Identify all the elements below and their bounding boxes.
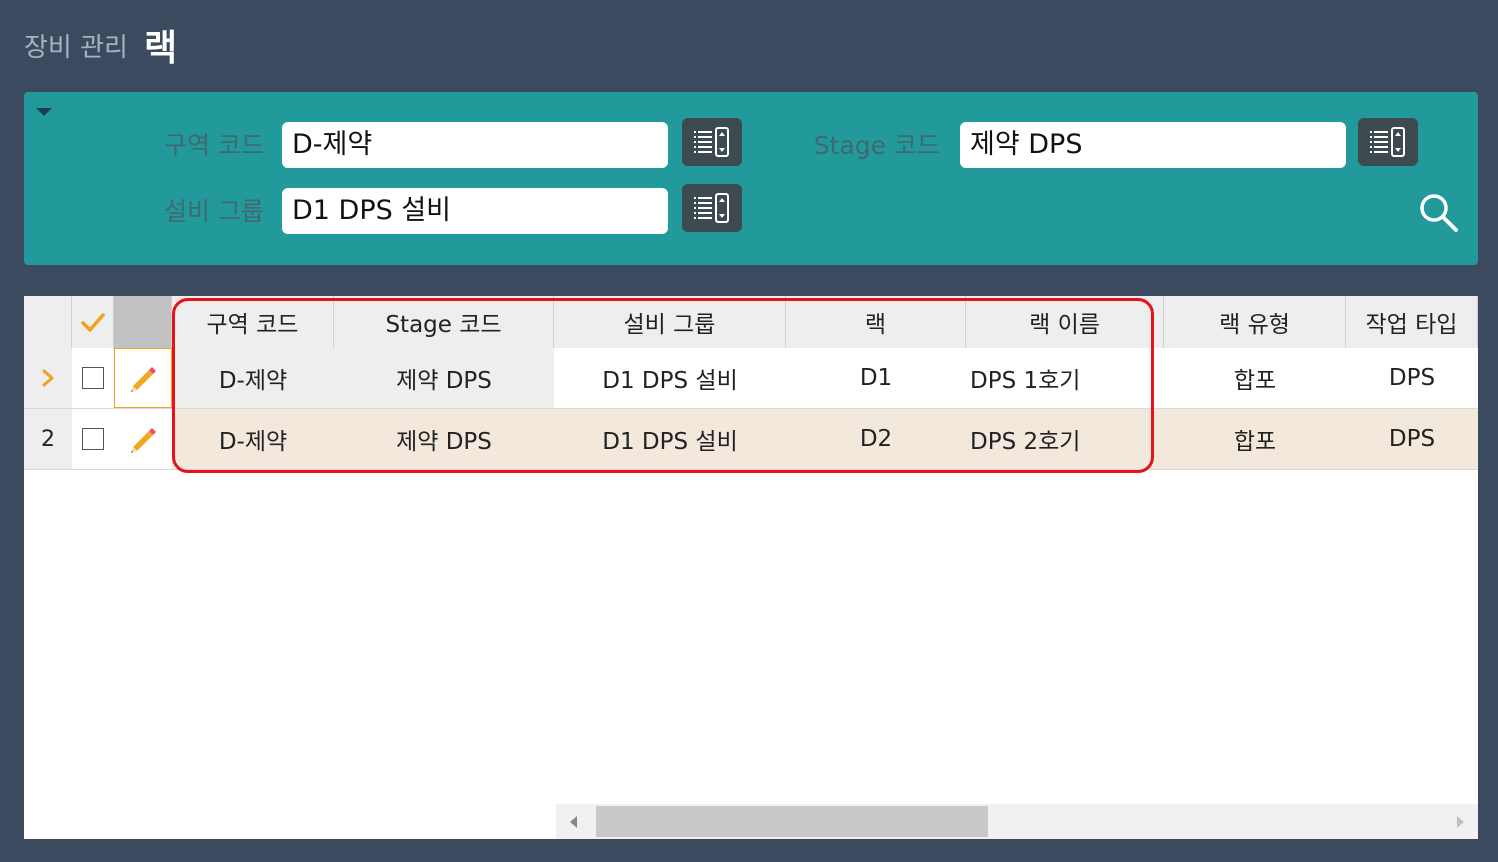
header-rack[interactable]: 랙 <box>786 296 966 348</box>
zone-code-cell[interactable]: D-제약 <box>172 348 334 408</box>
stage-code-list-button[interactable] <box>1358 118 1418 166</box>
stage-code-cell[interactable]: 제약 DPS <box>334 348 554 408</box>
row-checkbox-cell[interactable] <box>72 409 114 469</box>
table-row[interactable]: D-제약 제약 DPS D1 DPS 설비 D1 DPS 1호기 합포 DPS <box>24 348 1478 409</box>
row-indicator <box>24 348 72 408</box>
header-rack-name[interactable]: 랙 이름 <box>966 296 1164 348</box>
header-edit <box>114 296 172 348</box>
job-type-cell[interactable]: DPS <box>1346 409 1478 469</box>
edit-cell[interactable] <box>114 348 172 408</box>
stage-code-label: Stage 코드 <box>813 131 940 160</box>
grid-header: 구역 코드 Stage 코드 설비 그룹 랙 랙 이름 랙 유형 작업 타입 <box>24 296 1478 349</box>
table-row[interactable]: 2 D-제약 제약 DPS D1 DPS 설비 D2 DPS 2호기 합포 DP… <box>24 409 1478 470</box>
row-number: 2 <box>24 409 72 469</box>
rack-cell[interactable]: D2 <box>786 409 966 469</box>
list-icon <box>1370 127 1405 157</box>
equipment-group-label: 설비 그룹 <box>164 197 264 226</box>
list-icon <box>694 193 729 223</box>
rack-type-cell[interactable]: 합포 <box>1164 348 1346 408</box>
horizontal-scrollbar[interactable] <box>556 804 1478 839</box>
stage-code-input[interactable]: 제약 DPS <box>960 122 1346 168</box>
row-checkbox[interactable] <box>82 367 104 389</box>
page-header: 장비 관리 랙 <box>24 20 177 70</box>
header-equipment-group[interactable]: 설비 그룹 <box>554 296 786 348</box>
edit-cell[interactable] <box>114 409 172 469</box>
scroll-left-icon[interactable] <box>570 816 577 828</box>
row-checkbox[interactable] <box>82 428 104 450</box>
equipment-group-cell[interactable]: D1 DPS 설비 <box>554 409 786 469</box>
equipment-group-list-button[interactable] <box>682 184 742 232</box>
rack-name-cell[interactable]: DPS 1호기 <box>966 348 1164 408</box>
search-panel: 구역 코드 D-제약 Stage 코드 제약 DPS 설비 그룹 D1 DPS … <box>24 92 1478 265</box>
rack-grid: 구역 코드 Stage 코드 설비 그룹 랙 랙 이름 랙 유형 작업 타입 D… <box>24 296 1478 839</box>
collapse-toggle-icon[interactable] <box>36 108 52 116</box>
search-icon <box>1420 194 1458 232</box>
list-icon <box>694 127 729 157</box>
search-button[interactable] <box>1418 192 1460 234</box>
scroll-thumb[interactable] <box>596 806 988 837</box>
zone-code-input[interactable]: D-제약 <box>282 122 668 168</box>
scroll-right-icon[interactable] <box>1457 816 1464 828</box>
header-rack-type[interactable]: 랙 유형 <box>1164 296 1346 348</box>
header-select-all[interactable] <box>72 296 114 348</box>
zone-code-cell[interactable]: D-제약 <box>172 409 334 469</box>
rack-name-cell[interactable]: DPS 2호기 <box>966 409 1164 469</box>
breadcrumb: 장비 관리 <box>24 32 128 63</box>
pencil-icon <box>131 367 156 392</box>
pencil-icon <box>131 428 156 453</box>
equipment-group-cell[interactable]: D1 DPS 설비 <box>554 348 786 408</box>
check-icon <box>80 313 105 332</box>
row-checkbox-cell[interactable] <box>72 348 114 408</box>
job-type-cell[interactable]: DPS <box>1346 348 1478 408</box>
equipment-group-input[interactable]: D1 DPS 설비 <box>282 188 668 234</box>
chevron-right-icon <box>42 369 54 387</box>
rack-cell[interactable]: D1 <box>786 348 966 408</box>
header-row-number <box>24 296 72 348</box>
stage-code-cell[interactable]: 제약 DPS <box>334 409 554 469</box>
zone-code-list-button[interactable] <box>682 118 742 166</box>
header-zone-code[interactable]: 구역 코드 <box>172 296 334 348</box>
rack-type-cell[interactable]: 합포 <box>1164 409 1346 469</box>
header-job-type[interactable]: 작업 타입 <box>1346 296 1478 348</box>
page-title: 랙 <box>143 28 178 69</box>
header-stage-code[interactable]: Stage 코드 <box>334 296 554 348</box>
zone-code-label: 구역 코드 <box>164 131 264 160</box>
